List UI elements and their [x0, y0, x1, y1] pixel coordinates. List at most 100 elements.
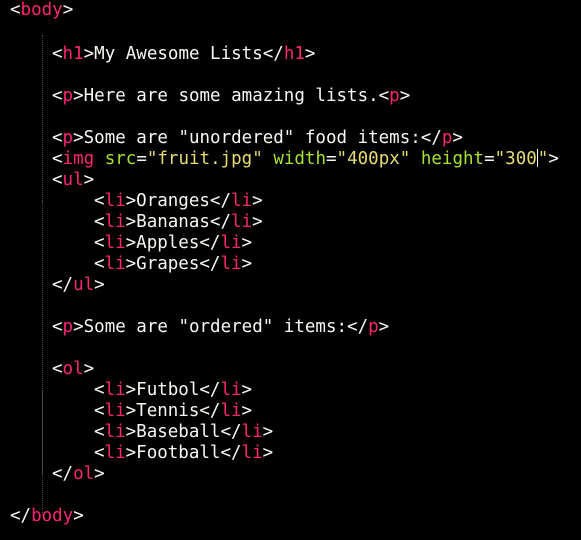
- tag-name: li: [220, 380, 242, 400]
- attribute-name: height: [420, 149, 485, 169]
- tag-name: p: [441, 128, 453, 148]
- code-text: >Some are "unordered" food items:</: [73, 128, 442, 148]
- code-text: >: [62, 0, 74, 20]
- code-text: </: [52, 275, 74, 295]
- code-text: >: [548, 149, 559, 169]
- code-line[interactable]: <li>Futbol</li>: [94, 380, 252, 401]
- code-line[interactable]: </ol>: [52, 464, 105, 485]
- attribute-name: src: [104, 149, 137, 169]
- code-line[interactable]: <ul>: [52, 170, 94, 191]
- code-text: <: [52, 170, 63, 190]
- code-text: <: [52, 128, 63, 148]
- code-line[interactable]: </ul>: [52, 275, 105, 296]
- code-text: <: [94, 212, 105, 232]
- tag-name: ol: [73, 464, 95, 484]
- tag-name: p: [62, 86, 74, 106]
- code-text: >: [452, 128, 463, 148]
- code-text: <: [94, 401, 105, 421]
- tag-name: p: [62, 317, 74, 337]
- code-line[interactable]: <li>Grapes</li>: [94, 254, 252, 275]
- tag-name: body: [31, 506, 74, 526]
- code-text: >: [241, 401, 253, 421]
- code-text: >: [252, 191, 263, 211]
- code-line[interactable]: <p>Some are "ordered" items:</p>: [52, 317, 389, 338]
- tag-name: body: [20, 0, 63, 20]
- code-text: >: [83, 170, 95, 190]
- tag-name: li: [241, 443, 263, 463]
- code-line[interactable]: <h1>My Awesome Lists</h1>: [52, 44, 315, 65]
- code-line[interactable]: <ol>: [52, 359, 94, 380]
- code-text: <: [94, 443, 105, 463]
- code-line[interactable]: </body>: [10, 506, 84, 527]
- code-text: >Tennis</: [125, 401, 221, 421]
- attribute-value: "fruit.jpg": [146, 149, 263, 169]
- code-editor[interactable]: <body> <h1>My Awesome Lists</h1> <p>Here a…: [0, 0, 581, 540]
- code-line[interactable]: <p>Some are "unordered" food items:</p>: [52, 128, 463, 149]
- code-line[interactable]: <li>Baseball</li>: [94, 422, 273, 443]
- tag-name: li: [220, 254, 242, 274]
- code-text: <: [52, 317, 63, 337]
- tag-name: img: [62, 149, 95, 169]
- tag-name: li: [104, 443, 126, 463]
- code-text: >Bananas</: [125, 212, 231, 232]
- code-line[interactable]: <li>Tennis</li>: [94, 401, 252, 422]
- code-text: >: [378, 317, 390, 337]
- code-line[interactable]: <li>Football</li>: [94, 443, 273, 464]
- code-text: >Football</: [125, 443, 242, 463]
- code-text: <: [52, 149, 63, 169]
- tag-name: ul: [73, 275, 95, 295]
- code-text: >: [241, 380, 253, 400]
- tag-name: li: [220, 401, 242, 421]
- attribute-name: width: [273, 149, 326, 169]
- tag-name: li: [241, 422, 263, 442]
- code-text: <: [10, 0, 21, 20]
- code-text: >Here are some amazing lists.<: [73, 86, 390, 106]
- code-text: >: [262, 443, 274, 463]
- tag-name: li: [104, 191, 126, 211]
- code-line[interactable]: <li>Oranges</li>: [94, 191, 263, 212]
- code-text: >: [399, 86, 411, 106]
- tag-name: h1: [283, 44, 305, 64]
- code-text: =: [484, 149, 495, 169]
- code-text: >: [83, 359, 95, 379]
- tag-name: p: [389, 86, 400, 106]
- tag-name: ol: [62, 359, 84, 379]
- attribute-value: "400px": [336, 149, 411, 169]
- code-line[interactable]: <body>: [10, 0, 73, 21]
- tag-name: li: [104, 422, 126, 442]
- code-text: =: [326, 149, 337, 169]
- code-text: >: [94, 464, 105, 484]
- code-text: </: [52, 464, 74, 484]
- code-text: >Grapes</: [125, 254, 221, 274]
- code-line[interactable]: <li>Apples</li>: [94, 233, 252, 254]
- tag-name: li: [104, 212, 126, 232]
- tag-name: li: [104, 254, 126, 274]
- tag-name: li: [230, 191, 253, 211]
- indent-guide: [42, 201, 43, 285]
- code-text: >: [304, 44, 316, 64]
- code-text: <: [52, 86, 63, 106]
- code-text: <: [52, 359, 63, 379]
- tag-name: ul: [62, 170, 84, 190]
- tag-name: p: [62, 128, 74, 148]
- code-text: <: [52, 44, 63, 64]
- indent-guide: [42, 390, 43, 474]
- code-text: >: [241, 254, 253, 274]
- tag-name: p: [368, 317, 379, 337]
- code-text: >: [241, 233, 253, 253]
- code-text: >Baseball</: [125, 422, 242, 442]
- code-line[interactable]: <li>Bananas</li>: [94, 212, 263, 233]
- code-text: <: [94, 380, 105, 400]
- tag-name: li: [104, 233, 126, 253]
- code-text: >: [252, 212, 263, 232]
- code-text: =: [136, 149, 147, 169]
- code-text: >: [94, 275, 105, 295]
- code-line[interactable]: <p>Here are some amazing lists.<p>: [52, 86, 410, 107]
- tag-name: h1: [62, 44, 84, 64]
- code-text: >Futbol</: [125, 380, 221, 400]
- code-text: </: [10, 506, 32, 526]
- code-line[interactable]: <img src="fruit.jpg" width="400px" heigh…: [52, 149, 559, 170]
